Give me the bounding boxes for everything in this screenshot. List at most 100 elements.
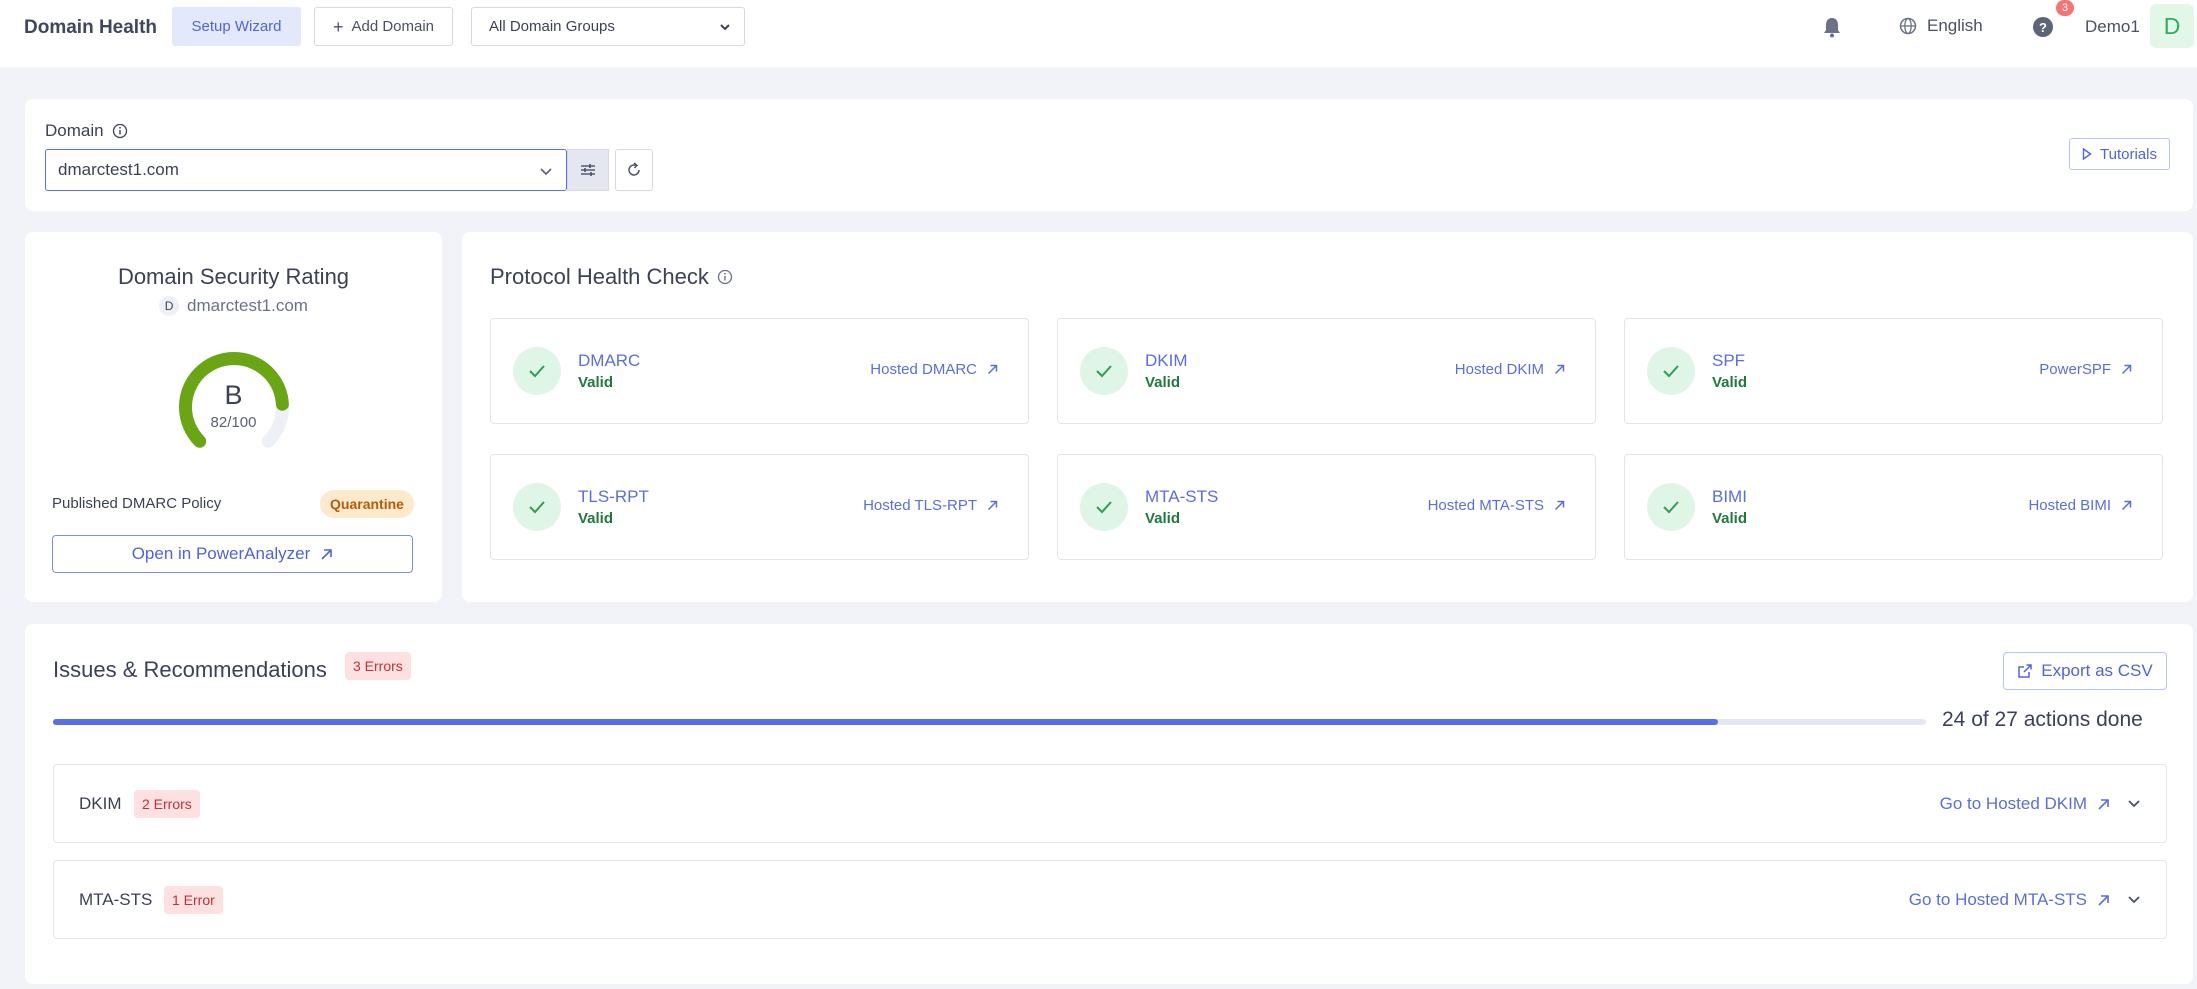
external-arrow-icon <box>987 500 998 511</box>
language-selector[interactable]: English <box>1899 16 1983 36</box>
user-name[interactable]: Demo1 <box>2085 17 2140 37</box>
dmarc-policy-badge: Quarantine <box>320 490 414 518</box>
protocol-item-dmarc: DMARC Valid Hosted DMARC <box>490 318 1029 424</box>
actions-progress-text: 24 of 27 actions done <box>1942 708 2143 731</box>
actions-progress-fill <box>53 719 1718 725</box>
domain-select-value: dmarctest1.com <box>58 160 179 179</box>
add-domain-label: Add Domain <box>351 18 435 35</box>
protocol-link-powerspf[interactable]: PowerSPF <box>2039 361 2132 378</box>
protocol-name[interactable]: TLS-RPT <box>578 487 649 507</box>
export-csv-button[interactable]: Export as CSV <box>2003 652 2167 690</box>
chevron-down-icon <box>720 24 730 31</box>
protocol-name[interactable]: DMARC <box>578 351 640 371</box>
external-arrow-icon <box>321 548 333 560</box>
check-icon <box>1080 347 1128 395</box>
protocol-link-hosted-mta-sts[interactable]: Hosted MTA-STS <box>1428 497 1565 514</box>
avatar[interactable]: D <box>2150 4 2194 48</box>
sliders-icon <box>581 164 595 176</box>
domain-selector-card: Domain dmarctest1.com Tutorials <box>25 99 2193 211</box>
error-count-badge: 3 Errors <box>345 652 411 680</box>
check-icon <box>513 347 561 395</box>
issue-error-badge: 1 Error <box>164 886 223 914</box>
protocol-name[interactable]: SPF <box>1712 351 1745 371</box>
add-domain-button[interactable]: + Add Domain <box>314 7 453 46</box>
info-icon[interactable] <box>112 123 128 139</box>
issue-link-label: Go to Hosted DKIM <box>1939 794 2087 813</box>
protocol-link-hosted-dkim[interactable]: Hosted DKIM <box>1455 361 1565 378</box>
globe-icon <box>1899 17 1917 35</box>
external-arrow-icon <box>2098 894 2109 906</box>
protocol-status: Valid <box>578 374 614 391</box>
rating-domain-name: dmarctest1.com <box>187 296 308 315</box>
protocol-health-title: Protocol Health Check <box>490 264 733 290</box>
protocol-status: Valid <box>1712 510 1748 527</box>
protocol-link-hosted-tls-rpt[interactable]: Hosted TLS-RPT <box>863 497 998 514</box>
check-icon <box>1647 347 1695 395</box>
refresh-button[interactable] <box>615 149 653 191</box>
protocol-item-bimi: BIMI Valid Hosted BIMI <box>1624 454 2163 560</box>
domain-label-text: Domain <box>45 121 104 140</box>
play-icon <box>2082 148 2092 160</box>
export-csv-label: Export as CSV <box>2041 661 2153 680</box>
chevron-down-icon[interactable] <box>2126 892 2142 908</box>
issue-link-hosted-dkim[interactable]: Go to Hosted DKIM <box>1940 794 2110 814</box>
help-badge: 3 <box>2056 0 2074 16</box>
setup-wizard-button[interactable]: Setup Wizard <box>172 7 301 46</box>
protocol-status: Valid <box>1145 510 1181 527</box>
issue-link-hosted-mta-sts[interactable]: Go to Hosted MTA-STS <box>1909 890 2110 910</box>
domain-select[interactable]: dmarctest1.com <box>45 149 567 191</box>
protocol-link-hosted-bimi[interactable]: Hosted BIMI <box>2028 497 2132 514</box>
check-icon <box>1647 483 1695 531</box>
protocol-item-dkim: DKIM Valid Hosted DKIM <box>1057 318 1596 424</box>
issue-name: MTA-STS <box>79 890 153 909</box>
issue-link-label: Go to Hosted MTA-STS <box>1908 890 2087 909</box>
rating-score: 82/100 <box>210 414 257 431</box>
protocol-health-card: Protocol Health Check DMARC Valid Hosted… <box>462 232 2193 602</box>
external-arrow-icon <box>987 364 998 375</box>
protocol-link-label: Hosted MTA-STS <box>1427 497 1544 514</box>
plus-icon: + <box>332 16 344 37</box>
protocol-link-hosted-dmarc[interactable]: Hosted DMARC <box>870 361 998 378</box>
protocol-health-title-text: Protocol Health Check <box>490 264 709 289</box>
tutorials-label: Tutorials <box>2100 145 2157 163</box>
protocol-link-label: Hosted TLS-RPT <box>863 497 977 514</box>
protocol-link-label: PowerSPF <box>2039 361 2111 378</box>
domain-group-value: All Domain Groups <box>489 18 615 35</box>
tutorials-button[interactable]: Tutorials <box>2069 138 2170 170</box>
domain-group-select[interactable]: All Domain Groups <box>471 7 745 46</box>
open-poweranalyzer-label: Open in PowerAnalyzer <box>131 544 311 563</box>
protocol-item-mta-sts: MTA-STS Valid Hosted MTA-STS <box>1057 454 1596 560</box>
security-rating-card: Domain Security Rating D dmarctest1.com … <box>25 232 442 602</box>
actions-progress-bar <box>53 719 1926 725</box>
issue-row-dkim[interactable]: DKIM 2 Errors Go to Hosted DKIM <box>53 764 2167 843</box>
protocol-name[interactable]: DKIM <box>1145 351 1188 371</box>
info-icon[interactable] <box>717 269 733 285</box>
bell-icon[interactable] <box>1822 16 1842 38</box>
protocol-name[interactable]: BIMI <box>1712 487 1747 507</box>
external-arrow-icon <box>2098 798 2109 810</box>
check-icon <box>513 483 561 531</box>
issue-row-mta-sts[interactable]: MTA-STS 1 Error Go to Hosted MTA-STS <box>53 860 2167 939</box>
chevron-down-icon[interactable] <box>2126 796 2142 812</box>
protocol-item-tls-rpt: TLS-RPT Valid Hosted TLS-RPT <box>490 454 1029 560</box>
protocol-link-label: Hosted BIMI <box>2028 497 2111 514</box>
open-poweranalyzer-button[interactable]: Open in PowerAnalyzer <box>52 535 413 573</box>
check-icon <box>1080 483 1128 531</box>
top-bar: Domain Health Setup Wizard + Add Domain … <box>0 0 2197 67</box>
external-arrow-icon <box>1554 500 1565 511</box>
filter-settings-button[interactable] <box>567 149 609 191</box>
protocol-name[interactable]: MTA-STS <box>1145 487 1218 507</box>
protocol-status: Valid <box>578 510 614 527</box>
dmarc-policy-label: Published DMARC Policy <box>52 495 222 512</box>
issues-card: Issues & Recommendations 3 Errors Export… <box>25 624 2193 984</box>
issue-error-badge: 2 Errors <box>134 790 200 818</box>
external-arrow-icon <box>1554 364 1565 375</box>
protocol-item-spf: SPF Valid PowerSPF <box>1624 318 2163 424</box>
chevron-down-icon <box>540 168 552 176</box>
language-label: English <box>1927 16 1983 35</box>
protocol-link-label: Hosted DMARC <box>870 361 977 378</box>
external-arrow-icon <box>2121 500 2132 511</box>
external-arrow-icon <box>2121 364 2132 375</box>
issue-name: DKIM <box>79 794 122 813</box>
help-icon[interactable]: ? <box>2033 17 2053 37</box>
